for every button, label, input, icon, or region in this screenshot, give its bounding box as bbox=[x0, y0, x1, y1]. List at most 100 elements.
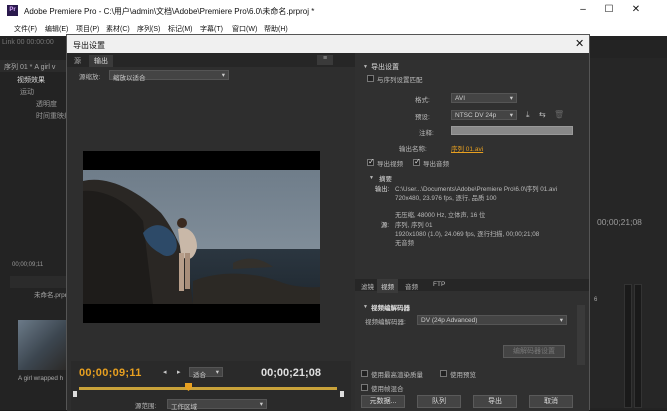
video-preview bbox=[83, 151, 320, 323]
codec-dropdown[interactable]: DV (24p Advanced) bbox=[417, 315, 567, 325]
menu-clip[interactable]: 素材(C) bbox=[106, 24, 130, 34]
bg-project-name[interactable]: 未命名.prpr bbox=[34, 289, 67, 299]
bg-timecode-small: 00;00;09;11 bbox=[12, 262, 44, 268]
tab-source[interactable]: 源 bbox=[69, 55, 86, 67]
export-button[interactable]: 导出 bbox=[473, 395, 517, 408]
bg-program-timecode: 00;00;21;08 bbox=[597, 217, 642, 227]
comment-input[interactable] bbox=[451, 126, 573, 135]
summary-output-path: C:\User...\Documents\Adobe\Premiere Pro\… bbox=[395, 186, 558, 193]
minimize-button[interactable]: – bbox=[573, 4, 593, 15]
fit-dropdown[interactable]: 适合 bbox=[189, 367, 223, 379]
summary-toggle-icon[interactable]: ▼ bbox=[369, 175, 374, 181]
output-name-link[interactable]: 序列 01.avi bbox=[451, 143, 483, 153]
codec-label: 视频编解码器: bbox=[365, 319, 406, 326]
summary-source-audio: 无音频 bbox=[395, 240, 414, 247]
dialog-title: 导出设置 bbox=[73, 41, 105, 50]
step-forward-icon[interactable]: ▸ bbox=[177, 368, 181, 376]
summary-source-label: 源: bbox=[381, 222, 390, 229]
bg-fx-motion[interactable]: 运动 bbox=[20, 87, 34, 97]
tab-video[interactable]: 视频 bbox=[377, 279, 398, 293]
current-timecode[interactable]: 00;00;09;11 bbox=[79, 367, 142, 379]
range-dropdown[interactable]: 工作区域 bbox=[167, 399, 267, 411]
menu-edit[interactable]: 编辑(E) bbox=[45, 24, 68, 34]
output-name-label: 输出名称: bbox=[399, 146, 427, 153]
export-settings-toggle-icon[interactable]: ▼ bbox=[363, 64, 368, 70]
scale-label: 源缩放: bbox=[79, 74, 101, 81]
preview-panel: 源 输出 ≡ 源缩放: 缩放以适合 ▾ 00;00;09;11 ◂ ▸ 适合 ▾… bbox=[67, 53, 355, 411]
use-preview-checkbox[interactable] bbox=[440, 370, 447, 377]
bg-clip-caption: A girl wrapped h bbox=[18, 375, 64, 382]
match-sequence-checkbox[interactable] bbox=[367, 75, 374, 82]
range-label: 源范围: bbox=[135, 403, 157, 410]
panel-menu-icon[interactable]: ≡ bbox=[317, 55, 333, 65]
max-quality-checkbox[interactable] bbox=[361, 370, 368, 377]
tab-ftp[interactable]: FTP bbox=[433, 281, 445, 288]
in-point-icon[interactable] bbox=[73, 391, 77, 397]
summary-source-video: 1920x1080 (1.0), 24.069 fps, 逐行扫描, 00;00… bbox=[395, 231, 540, 238]
window-titlebar: Pr Adobe Premiere Pro - C:\用户\admin\文档\A… bbox=[0, 0, 667, 22]
match-sequence-label: 与序列设置匹配 bbox=[377, 77, 423, 84]
summary-output-label: 输出: bbox=[375, 186, 390, 193]
bg-audio-meter-left bbox=[624, 284, 632, 408]
preview-tabs: 源 输出 ≡ bbox=[67, 53, 355, 67]
bg-clip-thumbnail[interactable] bbox=[18, 320, 66, 370]
scale-dropdown[interactable]: 缩放以适合 bbox=[109, 70, 229, 82]
delete-preset-icon[interactable]: 🗑 bbox=[554, 110, 564, 119]
summary-source-seq: 序列, 序列 01 bbox=[395, 222, 433, 229]
step-back-icon[interactable]: ◂ bbox=[163, 368, 167, 376]
bg-project-tab-bar bbox=[10, 276, 66, 288]
summary-output-video: 720x480, 23.976 fps, 逐行, 品质 100 bbox=[395, 195, 497, 202]
premiere-logo-icon: Pr bbox=[7, 5, 18, 16]
maximize-button[interactable]: ☐ bbox=[599, 4, 619, 15]
menu-help[interactable]: 帮助(H) bbox=[264, 24, 288, 34]
bg-seq-tab[interactable]: 序列 01 * A girl v bbox=[4, 62, 55, 72]
video-frame bbox=[83, 170, 320, 304]
menu-marker[interactable]: 标记(M) bbox=[168, 24, 193, 34]
menu-project[interactable]: 项目(P) bbox=[76, 24, 99, 34]
menu-title[interactable]: 字幕(T) bbox=[200, 24, 223, 34]
bg-fx-opacity[interactable]: 透明度 bbox=[36, 99, 57, 109]
close-window-button[interactable]: ✕ bbox=[626, 4, 646, 15]
settings-panel: ▼ 导出设置 与序列设置匹配 格式: AVI 预设: NTSC DV 24p ⤓… bbox=[355, 53, 589, 411]
menu-window[interactable]: 窗口(W) bbox=[232, 24, 257, 34]
codec-header: 视频编解码器 bbox=[371, 305, 410, 312]
save-preset-icon[interactable]: ⤓ bbox=[526, 110, 530, 120]
menu-file[interactable]: 文件(F) bbox=[14, 24, 37, 34]
metadata-button[interactable]: 元数据... bbox=[361, 395, 405, 408]
queue-button[interactable]: 队列 bbox=[417, 395, 461, 408]
work-area-bar[interactable] bbox=[79, 387, 337, 390]
bg-audio-meter-right bbox=[634, 284, 642, 408]
frame-blend-label: 使用帧混合 bbox=[371, 386, 404, 393]
summary-output-audio: 无压缩, 48000 Hz, 立体声, 16 位 bbox=[395, 212, 486, 219]
tab-output[interactable]: 输出 bbox=[89, 55, 113, 67]
dialog-close-button[interactable]: ✕ bbox=[575, 37, 584, 50]
use-preview-label: 使用预览 bbox=[450, 372, 476, 379]
tab-audio[interactable]: 音频 bbox=[405, 281, 418, 291]
format-dropdown[interactable]: AVI bbox=[451, 93, 517, 103]
frame-blend-checkbox[interactable] bbox=[361, 384, 368, 391]
max-quality-label: 使用最高渲染质量 bbox=[371, 372, 423, 379]
window-title: Adobe Premiere Pro - C:\用户\admin\文档\Adob… bbox=[24, 7, 315, 16]
summary-header: 摘要 bbox=[379, 176, 392, 183]
export-audio-checkbox[interactable] bbox=[413, 157, 421, 166]
codec-toggle-icon[interactable]: ▼ bbox=[363, 304, 368, 310]
export-settings-dialog: 导出设置 ✕ 源 输出 ≡ 源缩放: 缩放以适合 ▾ 00;00;09;11 ◂… bbox=[66, 34, 590, 411]
cancel-button[interactable]: 取消 bbox=[529, 395, 573, 408]
tab-filters[interactable]: 滤镜 bbox=[361, 281, 374, 291]
codec-settings-button[interactable]: 编解码器设置 bbox=[503, 345, 565, 358]
bg-effects-label: 视频效果 bbox=[17, 77, 45, 84]
preset-label: 预设: bbox=[415, 114, 430, 121]
bg-track-number: 6 bbox=[594, 297, 598, 303]
preset-dropdown[interactable]: NTSC DV 24p bbox=[451, 110, 517, 120]
dialog-header: 导出设置 ✕ bbox=[67, 35, 589, 53]
menu-sequence[interactable]: 序列(S) bbox=[137, 24, 160, 34]
import-preset-icon[interactable]: ⇆ bbox=[539, 110, 546, 119]
export-video-checkbox[interactable] bbox=[367, 157, 375, 166]
out-point-icon[interactable] bbox=[340, 391, 344, 397]
bg-link-line: Link 00 00:00:00 bbox=[2, 39, 54, 46]
format-label: 格式: bbox=[415, 97, 430, 104]
codec-scrollbar[interactable] bbox=[577, 305, 585, 365]
total-timecode: 00;00;21;08 bbox=[261, 367, 321, 379]
export-settings-header: 导出设置 bbox=[371, 64, 399, 71]
export-audio-label: 导出音频 bbox=[423, 161, 449, 168]
